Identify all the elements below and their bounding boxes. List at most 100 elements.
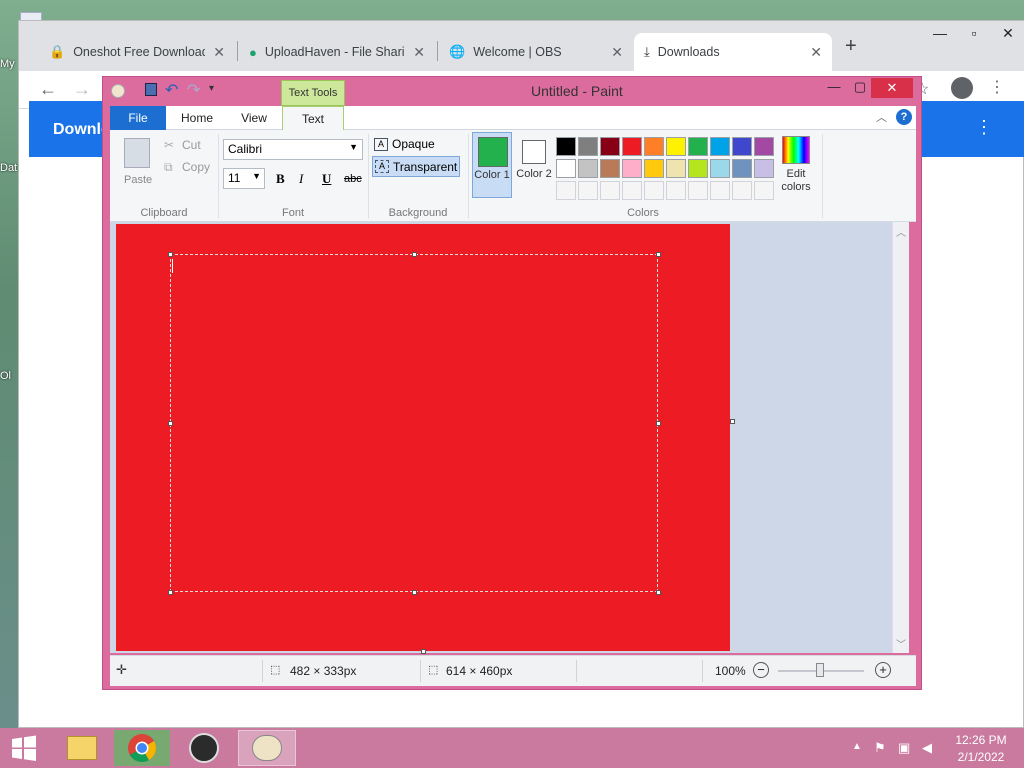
resize-handle[interactable] <box>168 421 173 426</box>
back-icon[interactable]: ← <box>39 79 57 100</box>
collapse-ribbon-icon[interactable]: ︿ <box>876 109 887 125</box>
undo-icon[interactable]: ↶ <box>165 80 178 100</box>
palette-swatch[interactable] <box>754 181 774 200</box>
chrome-taskbar-button[interactable] <box>114 730 170 766</box>
file-explorer-button[interactable] <box>58 730 106 766</box>
resize-handle[interactable] <box>412 590 417 595</box>
palette-swatch[interactable] <box>622 137 642 156</box>
palette-swatch[interactable] <box>688 137 708 156</box>
palette-swatch[interactable] <box>578 137 598 156</box>
palette-swatch[interactable] <box>666 181 686 200</box>
resize-handle[interactable] <box>168 590 173 595</box>
palette-swatch[interactable] <box>732 181 752 200</box>
opaque-button[interactable]: A Opaque <box>374 135 435 153</box>
cut-button[interactable]: Cut <box>182 138 201 152</box>
clock-date[interactable]: 2/1/2022 <box>948 750 1014 764</box>
copy-button[interactable]: Copy <box>182 160 210 174</box>
start-button[interactable] <box>0 730 48 766</box>
paste-icon[interactable] <box>124 138 150 168</box>
tab-home[interactable]: Home <box>168 106 226 130</box>
save-icon[interactable] <box>145 83 157 96</box>
close-icon[interactable]: ✕ <box>413 44 425 61</box>
more-icon[interactable]: ⋮ <box>975 117 993 138</box>
resize-handle[interactable] <box>412 252 417 257</box>
obs-taskbar-button[interactable] <box>180 730 228 766</box>
palette-swatch[interactable] <box>688 159 708 178</box>
palette-swatch[interactable] <box>556 181 576 200</box>
palette-swatch[interactable] <box>732 137 752 156</box>
palette-swatch[interactable] <box>710 137 730 156</box>
palette-swatch[interactable] <box>622 181 642 200</box>
clock-time[interactable]: 12:26 PM <box>948 733 1014 747</box>
palette-swatch[interactable] <box>600 181 620 200</box>
volume-icon[interactable]: ◀ <box>922 740 932 756</box>
menu-icon[interactable]: ⋮ <box>989 77 1005 97</box>
palette-swatch[interactable] <box>578 159 598 178</box>
palette-swatch[interactable] <box>710 159 730 178</box>
transparent-button[interactable]: A Transparent <box>372 156 460 177</box>
close-icon[interactable]: ✕ <box>611 44 623 61</box>
tab-downloads[interactable]: ⤓ Downloads ✕ <box>634 33 832 71</box>
scroll-down-icon[interactable]: ﹀ <box>896 636 906 651</box>
canvas-resize-handle[interactable] <box>730 419 735 424</box>
tab-file[interactable]: File <box>110 106 166 130</box>
palette-swatch[interactable] <box>688 181 708 200</box>
underline-button[interactable]: U <box>322 171 331 187</box>
close-button[interactable]: ✕ <box>871 78 913 98</box>
palette-swatch[interactable] <box>666 137 686 156</box>
customize-qat-icon[interactable]: ▾ <box>209 83 214 94</box>
resize-handle[interactable] <box>656 421 661 426</box>
palette-swatch[interactable] <box>622 159 642 178</box>
tab-uploadhaven[interactable]: ● UploadHaven - File Sharin ✕ <box>239 33 435 71</box>
help-icon[interactable]: ? <box>896 109 912 125</box>
action-center-flag-icon[interactable]: ⚑ <box>874 740 886 756</box>
show-hidden-icons[interactable]: ▲ <box>852 741 862 752</box>
close-button[interactable]: ✕ <box>991 21 1024 45</box>
palette-swatch[interactable] <box>754 137 774 156</box>
palette-swatch[interactable] <box>600 159 620 178</box>
canvas-resize-handle[interactable] <box>421 649 426 654</box>
italic-button[interactable]: I <box>299 171 303 187</box>
tab-obs[interactable]: 🌐 Welcome | OBS ✕ <box>439 33 633 71</box>
zoom-in-icon[interactable]: + <box>875 662 891 678</box>
palette-swatch[interactable] <box>600 137 620 156</box>
zoom-out-icon[interactable]: − <box>753 662 769 678</box>
zoom-slider-thumb[interactable] <box>816 663 824 677</box>
tab-text[interactable]: Text <box>282 106 344 131</box>
strikethrough-button[interactable]: abc <box>344 173 362 185</box>
paste-button[interactable]: Paste <box>124 174 152 186</box>
minimize-button[interactable]: — <box>923 21 957 45</box>
palette-swatch[interactable] <box>644 137 664 156</box>
resize-handle[interactable] <box>168 252 173 257</box>
vertical-scrollbar[interactable]: ︿ ﹀ <box>892 222 909 653</box>
text-selection-box[interactable] <box>170 254 658 592</box>
close-icon[interactable]: ✕ <box>213 44 225 61</box>
paint-taskbar-button[interactable] <box>238 730 296 766</box>
palette-swatch[interactable] <box>710 181 730 200</box>
palette-swatch[interactable] <box>644 181 664 200</box>
forward-icon[interactable]: → <box>73 79 91 100</box>
palette-swatch[interactable] <box>666 159 686 178</box>
palette-swatch[interactable] <box>556 137 576 156</box>
scroll-up-icon[interactable]: ︿ <box>896 224 906 239</box>
color1-button[interactable]: Color 1 <box>472 132 512 198</box>
tab-view[interactable]: View <box>226 106 282 130</box>
edit-colors-button[interactable]: Edit colors <box>774 134 818 200</box>
palette-swatch[interactable] <box>732 159 752 178</box>
color2-button[interactable]: Color 2 <box>516 132 552 198</box>
font-size-select[interactable]: 11 ▼ <box>223 168 265 189</box>
palette-swatch[interactable] <box>578 181 598 200</box>
font-family-select[interactable]: Calibri ▼ <box>223 139 363 160</box>
resize-handle[interactable] <box>656 252 661 257</box>
palette-swatch[interactable] <box>754 159 774 178</box>
bold-button[interactable]: B <box>276 171 285 187</box>
maximize-button[interactable]: ▢ <box>849 79 871 99</box>
minimize-button[interactable]: — <box>823 79 845 99</box>
new-tab-button[interactable]: + <box>845 35 857 58</box>
palette-swatch[interactable] <box>556 159 576 178</box>
tab-oneshot[interactable]: 🔒 Oneshot Free Download ✕ <box>39 33 235 71</box>
close-icon[interactable]: ✕ <box>810 44 822 61</box>
maximize-button[interactable]: ▫ <box>957 21 991 45</box>
network-icon[interactable]: ▣ <box>898 740 910 756</box>
palette-swatch[interactable] <box>644 159 664 178</box>
